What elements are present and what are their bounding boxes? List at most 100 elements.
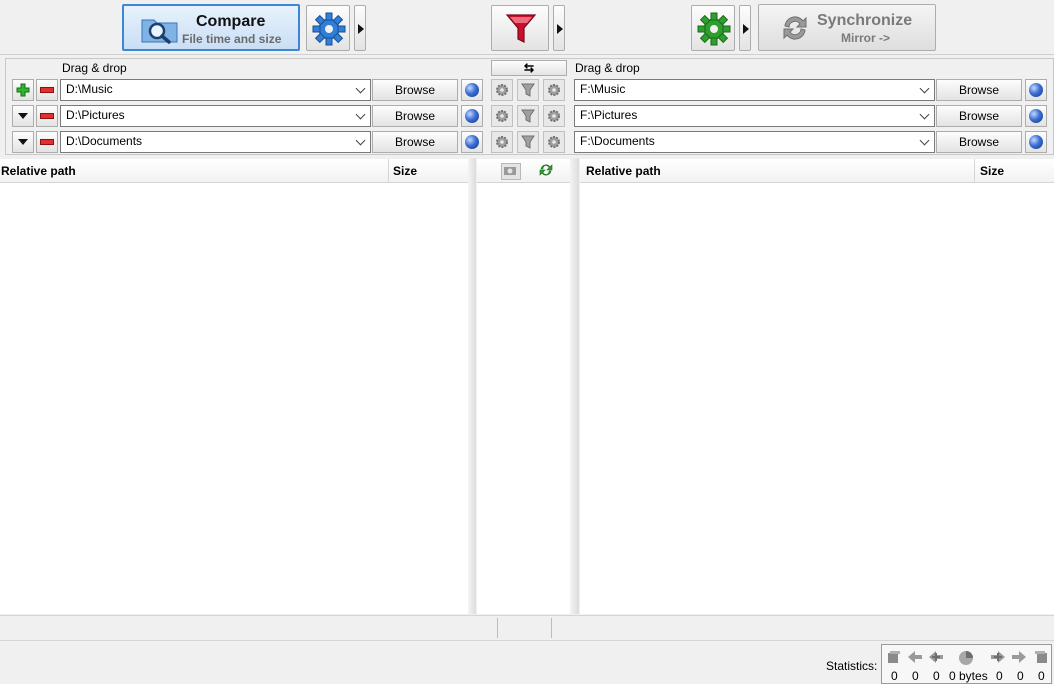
right-col-relative-path[interactable]: Relative path (586, 164, 661, 178)
right-splitter[interactable] (570, 158, 579, 614)
collapse-pair-button[interactable] (12, 105, 34, 127)
collapse-pair-button[interactable] (12, 131, 34, 153)
blue-gear-icon (312, 12, 346, 46)
chevron-down-icon[interactable] (919, 83, 930, 94)
local-compare-settings-button[interactable] (491, 79, 513, 101)
local-filter-button[interactable] (517, 131, 539, 153)
green-gear-icon (697, 12, 731, 46)
gray-gear-icon (548, 84, 560, 96)
chevron-down-icon[interactable] (355, 83, 366, 94)
sync-variant-dropdown[interactable] (739, 5, 751, 51)
swap-sides-button[interactable]: ⇆ (491, 60, 567, 76)
compare-settings-button[interactable] (306, 5, 350, 51)
filter-button[interactable] (491, 5, 549, 51)
synchronize-title: Synchronize (817, 12, 913, 29)
left-folder-combo[interactable]: D:\Documents (60, 131, 371, 153)
remove-folder-pair-button[interactable] (36, 105, 58, 127)
chevron-down-icon[interactable] (355, 109, 366, 120)
left-folder-combo[interactable]: D:\Music (60, 79, 371, 101)
right-browse-button[interactable]: Browse (936, 79, 1022, 101)
compare-folder-icon (140, 14, 180, 47)
triangle-down-icon (18, 113, 28, 119)
middle-grid-header (477, 159, 570, 183)
gray-filter-icon (521, 109, 535, 123)
globe-icon (465, 109, 479, 123)
filter-dropdown[interactable] (553, 5, 565, 51)
local-sync-settings-button[interactable] (543, 79, 565, 101)
statistics-label: Statistics: (826, 659, 878, 673)
local-sync-settings-button[interactable] (543, 131, 565, 153)
left-cloud-button[interactable] (461, 131, 483, 153)
compare-title: Compare (196, 13, 266, 30)
stat-delete-left: 0 (933, 669, 940, 683)
chevron-down-icon[interactable] (919, 109, 930, 120)
local-compare-settings-button[interactable] (491, 105, 513, 127)
gray-gear-icon (496, 110, 508, 122)
left-file-grid[interactable]: Relative path Size (0, 159, 468, 614)
globe-icon (1029, 83, 1043, 97)
delete-left-icon (929, 651, 943, 663)
left-col-relative-path[interactable]: Relative path (1, 164, 76, 178)
local-filter-button[interactable] (517, 79, 539, 101)
right-file-grid[interactable]: Relative path Size (580, 159, 1054, 614)
left-cloud-button[interactable] (461, 79, 483, 101)
left-col-size[interactable]: Size (393, 164, 417, 178)
right-col-size[interactable]: Size (980, 164, 1004, 178)
gray-filter-icon (521, 83, 535, 97)
sync-arrows-icon (779, 12, 811, 47)
remove-folder-pair-button[interactable] (36, 79, 58, 101)
stat-delete-right: 0 (1038, 669, 1045, 683)
right-browse-button[interactable]: Browse (936, 131, 1022, 153)
left-grid-header: Relative path Size (0, 159, 468, 183)
right-folder-path: F:\Documents (580, 134, 655, 148)
right-browse-button[interactable]: Browse (936, 105, 1022, 127)
left-browse-button[interactable]: Browse (372, 131, 458, 153)
globe-icon (465, 135, 479, 149)
right-cloud-button[interactable] (1025, 105, 1047, 127)
left-drag-drop-label: Drag & drop (62, 61, 127, 75)
left-folder-path: D:\Documents (66, 134, 143, 148)
chevron-down-icon[interactable] (919, 135, 930, 146)
middle-action-grid[interactable] (477, 159, 570, 614)
synchronize-button[interactable]: Synchronize Mirror -> (758, 4, 936, 51)
local-sync-settings-button[interactable] (543, 105, 565, 127)
delete-right-icon (1035, 651, 1047, 663)
sync-variant: Mirror -> (841, 31, 891, 45)
right-folder-path: F:\Music (580, 82, 626, 96)
right-folder-path: F:\Pictures (580, 108, 638, 122)
minus-icon (40, 87, 54, 93)
camera-icon[interactable] (501, 163, 521, 180)
right-cloud-button[interactable] (1025, 79, 1047, 101)
create-left-icon (888, 651, 900, 663)
right-cloud-button[interactable] (1025, 131, 1047, 153)
gray-gear-icon (496, 84, 508, 96)
right-folder-combo[interactable]: F:\Documents (574, 131, 935, 153)
remove-folder-pair-button[interactable] (36, 131, 58, 153)
left-folder-combo[interactable]: D:\Pictures (60, 105, 371, 127)
sync-settings-button[interactable] (691, 5, 735, 51)
chevron-down-icon[interactable] (355, 135, 366, 146)
local-filter-button[interactable] (517, 105, 539, 127)
right-folder-combo[interactable]: F:\Pictures (574, 105, 935, 127)
right-grid-header: Relative path Size (580, 159, 1054, 183)
left-browse-button[interactable]: Browse (372, 105, 458, 127)
compare-button[interactable]: Compare File time and size (122, 4, 300, 51)
triangle-down-icon (18, 139, 28, 145)
compare-variant: File time and size (182, 32, 282, 46)
left-splitter[interactable] (468, 158, 476, 614)
update-left-icon (908, 651, 922, 663)
stat-data-volume: 0 bytes (949, 669, 988, 683)
left-cloud-button[interactable] (461, 105, 483, 127)
left-browse-button[interactable]: Browse (372, 79, 458, 101)
add-folder-pair-button[interactable] (12, 79, 34, 101)
globe-icon (1029, 109, 1043, 123)
right-drag-drop-label: Drag & drop (575, 61, 640, 75)
right-folder-combo[interactable]: F:\Music (574, 79, 935, 101)
stat-update-right: 0 (1017, 669, 1024, 683)
green-refresh-icon[interactable] (538, 162, 554, 181)
stat-create-left: 0 (891, 669, 898, 683)
data-volume-icon (959, 651, 973, 665)
compare-variant-dropdown[interactable] (354, 5, 366, 51)
local-compare-settings-button[interactable] (491, 131, 513, 153)
gray-gear-icon (496, 136, 508, 148)
